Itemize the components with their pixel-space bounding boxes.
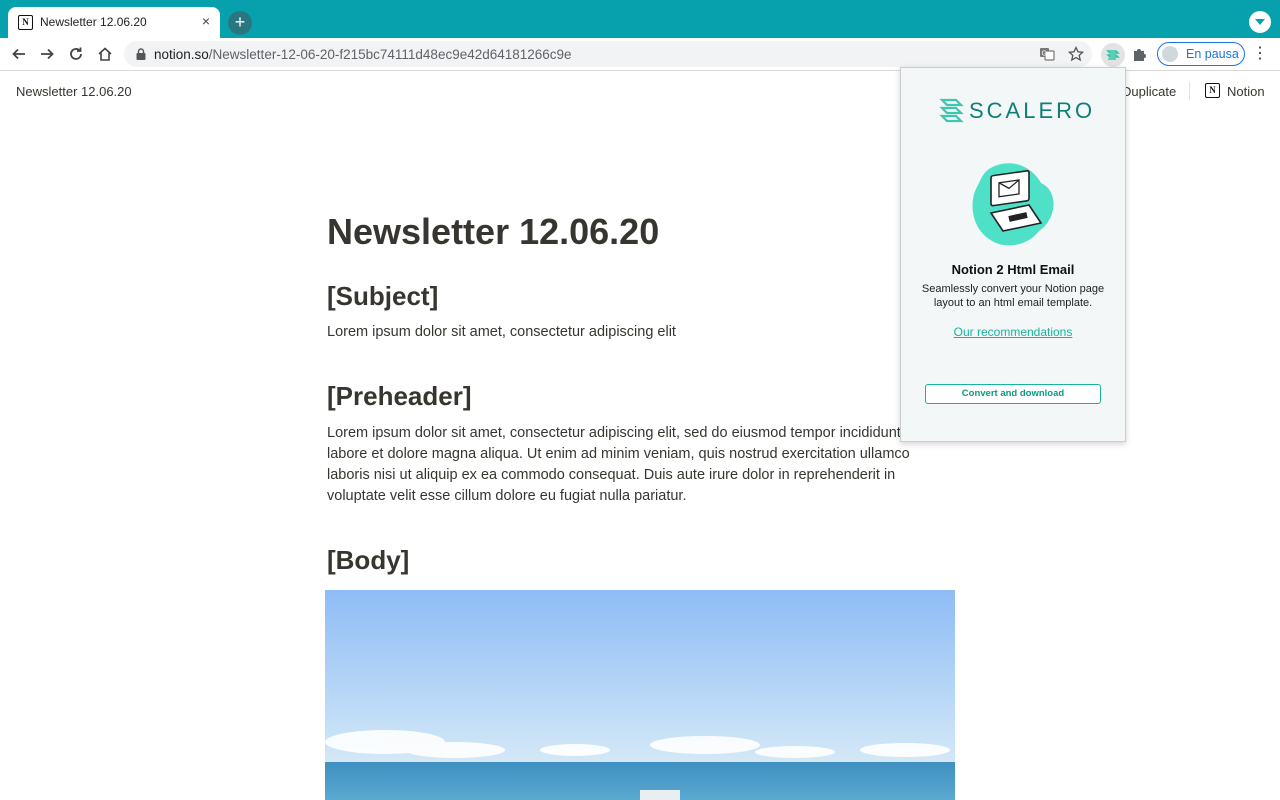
beach-photo [325, 590, 955, 800]
preheader-text: Lorem ipsum dolor sit amet, consectetur … [327, 425, 917, 504]
url-path: /Newsletter-12-06-20-f215bc74111d48ec9e4… [208, 47, 572, 62]
profile-button[interactable]: En pausa [1157, 42, 1245, 66]
notion-logo-icon: N [1205, 83, 1220, 98]
translate-button[interactable]: G [1037, 44, 1057, 64]
subject-text: Lorem ipsum dolor sit amet, consectetur … [327, 324, 676, 340]
back-arrow-icon [12, 48, 25, 60]
svg-text:G: G [1042, 51, 1047, 58]
reload-button[interactable] [65, 43, 87, 65]
translate-icon: G [1040, 48, 1055, 61]
scalero-extension-button[interactable] [1101, 43, 1125, 67]
address-bar[interactable]: notion.so/Newsletter-12-06-20-f215bc7411… [124, 41, 1092, 67]
notion-label: Notion [1227, 84, 1265, 99]
subject-heading: [Subject] [327, 281, 439, 311]
preheader-heading: [Preheader] [327, 381, 472, 411]
star-icon [1068, 46, 1084, 62]
convert-download-button[interactable]: Convert and download [925, 384, 1101, 404]
browser-menu-icon[interactable]: ⋮ [1252, 45, 1268, 63]
scalero-icon [1106, 50, 1120, 60]
divider [1189, 82, 1190, 100]
new-tab-button[interactable]: + [228, 11, 252, 35]
body-heading: [Body] [327, 545, 410, 575]
reload-icon [70, 47, 82, 60]
laptop-email-illustration-icon [972, 163, 1054, 246]
avatar [1162, 46, 1178, 62]
url-text: notion.so/Newsletter-12-06-20-f215bc7411… [154, 47, 572, 62]
forward-button[interactable] [36, 43, 58, 65]
tab-title: Newsletter 12.06.20 [40, 15, 147, 29]
url-domain: notion.so [154, 47, 209, 62]
tab-search-button[interactable] [1249, 11, 1271, 33]
hero-image [325, 590, 955, 800]
breadcrumb[interactable]: Newsletter 12.06.20 [16, 84, 132, 99]
forward-arrow-icon [41, 48, 54, 60]
back-button[interactable] [8, 43, 30, 65]
home-button[interactable] [94, 43, 116, 65]
browser-tabstrip: N Newsletter 12.06.20 × + [0, 0, 1280, 38]
lock-icon [136, 48, 146, 60]
tab-close-button[interactable]: × [198, 13, 214, 29]
browser-tab[interactable]: N Newsletter 12.06.20 × [8, 7, 220, 38]
extension-popup: SCALERO Notion 2 Html Email Seamlessly c… [900, 67, 1126, 442]
duplicate-button[interactable]: Duplicate [1122, 84, 1176, 99]
notion-icon: N [18, 15, 33, 30]
recommendations-link[interactable]: Our recommendations [901, 325, 1125, 339]
puzzle-icon [1134, 49, 1146, 61]
page-title: Newsletter 12.06.20 [327, 211, 660, 252]
extension-title: Notion 2 Html Email [951, 262, 1075, 277]
scalero-logo-icon [939, 98, 964, 123]
profile-label: En pausa [1186, 47, 1239, 61]
brand-name: SCALERO [969, 98, 1096, 123]
bookmark-button[interactable] [1066, 44, 1086, 64]
extension-description: Seamlessly convert your Notion page layo… [921, 283, 1105, 309]
home-icon [98, 47, 112, 61]
extensions-button[interactable] [1131, 45, 1149, 63]
